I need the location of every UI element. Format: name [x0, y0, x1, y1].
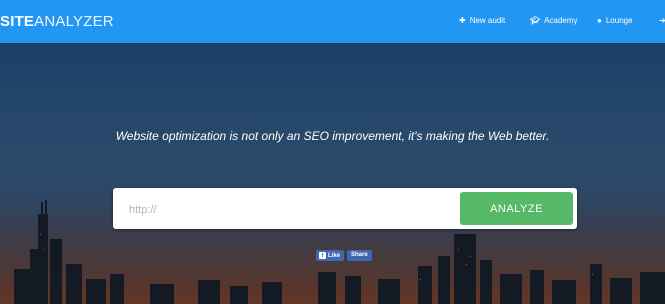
graduation-cap-icon: 🎓︎ — [530, 16, 541, 25]
url-input[interactable] — [127, 188, 451, 231]
logo-thin-text: ANALYZER — [34, 13, 114, 30]
like-label: Like — [328, 252, 341, 259]
nav-new-audit-label: New audit — [469, 16, 506, 25]
plus-icon: ✚ — [459, 16, 466, 25]
chat-bubbles-icon: ● — [597, 16, 602, 25]
share-label: Share — [351, 252, 368, 258]
site-logo[interactable]: SITEANALYZER — [0, 13, 114, 30]
logo-bold-text: SITE — [0, 13, 35, 30]
nav-lounge[interactable]: ● Lounge — [597, 16, 633, 25]
facebook-icon: f — [319, 252, 326, 259]
nav-academy-label: Academy — [544, 16, 578, 25]
hero-section: Website optimization is not only an SEO … — [0, 43, 665, 304]
facebook-social-buttons: f Like Share — [316, 250, 372, 261]
hero-tagline: Website optimization is not only an SEO … — [115, 129, 550, 143]
top-navbar: SITEANALYZER ✚ New audit 🎓︎ Academy ● Lo… — [0, 0, 665, 43]
main-nav: ✚ New audit 🎓︎ Academy ● Lounge ➜ — [459, 16, 665, 25]
url-search-form: ANALYZE — [113, 188, 577, 231]
nav-login[interactable]: ➜ — [659, 16, 665, 25]
nav-academy[interactable]: 🎓︎ Academy — [530, 16, 578, 25]
analyze-button[interactable]: ANALYZE — [460, 192, 573, 225]
nav-new-audit[interactable]: ✚ New audit — [459, 16, 505, 25]
facebook-like-button[interactable]: f Like — [316, 250, 345, 261]
sign-in-icon: ➜ — [659, 16, 665, 25]
nav-lounge-label: Lounge — [605, 16, 633, 25]
facebook-share-button[interactable]: Share — [347, 250, 372, 261]
